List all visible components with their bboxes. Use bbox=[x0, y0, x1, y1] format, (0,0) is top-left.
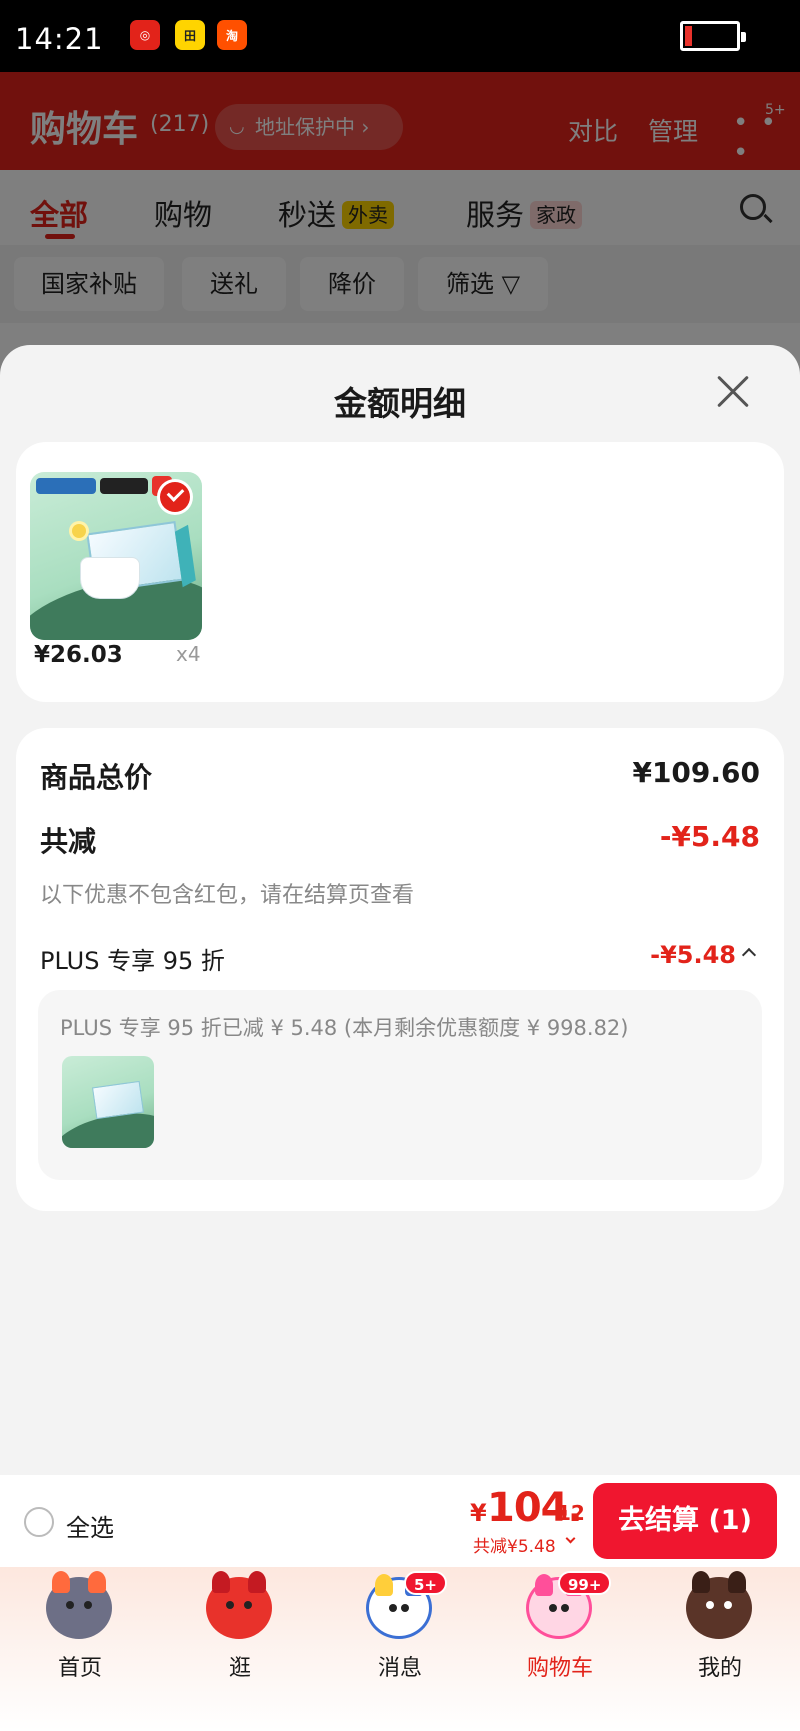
nav-label-messages: 消息 bbox=[377, 1656, 422, 1681]
product-thumbnail bbox=[62, 1056, 154, 1148]
nav-item-profile[interactable]: 我的 bbox=[640, 1567, 800, 1731]
checkout-bar: 全选 ¥ 104. 12 共减¥5.48 去结算 (1) bbox=[0, 1475, 800, 1567]
nav-label-cart: 购物车 bbox=[526, 1656, 593, 1681]
checkout-button[interactable]: 去结算 (1) bbox=[593, 1483, 777, 1559]
plus-discount-label[interactable]: PLUS 专享 95 折 bbox=[40, 941, 225, 976]
select-all-label[interactable]: 全选 bbox=[66, 1508, 114, 1543]
discount-note: 以下优惠不包含红包，请在结算页查看 bbox=[40, 883, 415, 908]
status-bar: 14:21 ◎ 田 淘 bbox=[0, 0, 800, 72]
browse-mascot-icon bbox=[206, 1571, 272, 1639]
plus-discount-value[interactable]: -¥5.48 bbox=[650, 941, 736, 969]
plus-discount-detail: PLUS 专享 95 折已减 ¥ 5.48 (本月剩余优惠额度 ¥ 998.82… bbox=[38, 990, 762, 1180]
messages-badge: 5+ bbox=[404, 1571, 448, 1595]
product-card: ¥26.03 x4 bbox=[16, 442, 784, 702]
product-image[interactable] bbox=[30, 472, 202, 640]
nav-item-browse[interactable]: 逛 bbox=[160, 1567, 320, 1731]
netease-music-app-icon: ◎ bbox=[130, 20, 160, 50]
total-price-value: ¥109.60 bbox=[632, 756, 760, 789]
battery-icon bbox=[680, 21, 746, 51]
total-amount-decimal: 12 bbox=[557, 1501, 585, 1525]
nav-item-messages[interactable]: 5+ 消息 bbox=[320, 1567, 480, 1731]
total-currency: ¥ bbox=[470, 1499, 487, 1527]
product-price: ¥26.03 bbox=[34, 642, 123, 668]
plus-detail-text: PLUS 专享 95 折已减 ¥ 5.48 (本月剩余优惠额度 ¥ 998.82… bbox=[60, 1016, 629, 1040]
app-notification-icon: 田 bbox=[175, 20, 205, 50]
reduce-label: 共减 bbox=[40, 825, 97, 858]
close-icon[interactable] bbox=[716, 375, 750, 409]
nav-label-browse: 逛 bbox=[228, 1656, 251, 1681]
status-time: 14:21 bbox=[15, 22, 104, 56]
taobao-app-icon: 淘 bbox=[217, 20, 247, 50]
amount-detail-sheet: 金额明细 ¥26.03 x4 商品总价 ¥109.60 共减 -¥5.48 以下… bbox=[0, 345, 800, 1475]
saved-amount[interactable]: 共减¥5.48 bbox=[473, 1532, 556, 1557]
select-all-radio[interactable] bbox=[24, 1507, 54, 1537]
cart-badge: 99+ bbox=[558, 1571, 612, 1595]
product-quantity: x4 bbox=[176, 642, 201, 666]
chevron-up-icon[interactable] bbox=[741, 947, 757, 963]
nav-label-home: 首页 bbox=[57, 1656, 102, 1681]
nav-item-cart[interactable]: 99+ 购物车 bbox=[480, 1567, 640, 1731]
bottom-nav: 首页 逛 5+ 消息 99+ 购物车 我的 bbox=[0, 1567, 800, 1731]
price-summary-card: 商品总价 ¥109.60 共减 -¥5.48 以下优惠不包含红包，请在结算页查看… bbox=[16, 728, 784, 1211]
chevron-down-icon[interactable] bbox=[565, 1533, 576, 1544]
nav-label-profile: 我的 bbox=[697, 1656, 742, 1681]
selected-check-icon[interactable] bbox=[160, 482, 190, 512]
total-price-label: 商品总价 bbox=[40, 761, 153, 794]
nav-item-home[interactable]: 首页 bbox=[0, 1567, 160, 1731]
home-mascot-icon bbox=[46, 1571, 112, 1639]
reduce-value: -¥5.48 bbox=[659, 820, 760, 853]
profile-mascot-icon bbox=[686, 1571, 752, 1639]
sheet-title: 金额明细 bbox=[334, 384, 466, 423]
